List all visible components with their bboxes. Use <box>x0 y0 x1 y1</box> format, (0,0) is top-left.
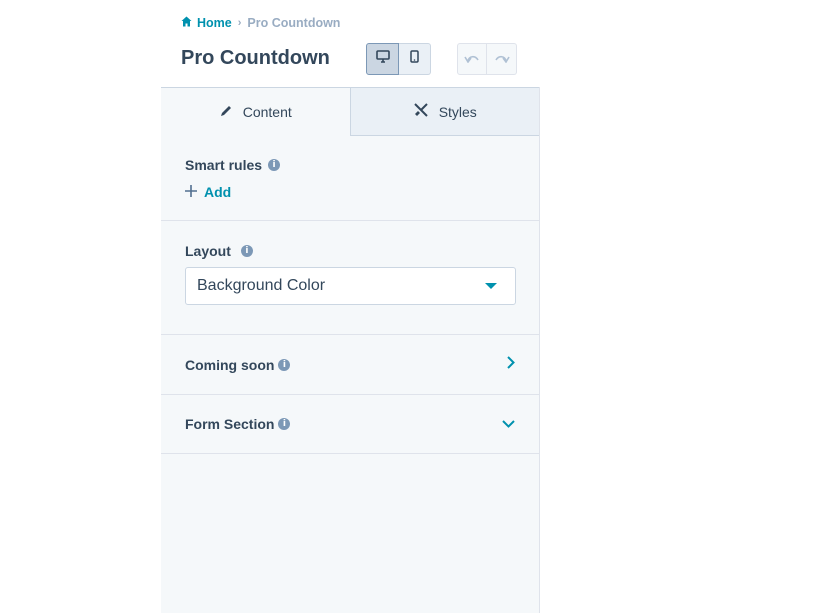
add-label: Add <box>204 184 232 200</box>
sidebar-panel: Content Styles Smart rules i Add Layout … <box>0 0 817 613</box>
redo-button[interactable] <box>487 43 517 75</box>
tab-content-label: Content <box>242 104 292 120</box>
info-icon[interactable]: i <box>268 159 281 171</box>
layout-section: Layout i Background Color <box>161 221 539 335</box>
mobile-icon <box>410 50 419 68</box>
info-icon[interactable]: i <box>278 359 291 371</box>
breadcrumb-home-label: Home <box>197 16 232 30</box>
page-title: Pro Countdown <box>181 47 330 69</box>
breadcrumb-separator: › <box>237 17 242 29</box>
plus-icon <box>185 184 197 200</box>
layout-heading: Layout i <box>185 243 253 259</box>
tab-bar: Content Styles <box>161 87 539 136</box>
tab-content[interactable]: Content <box>161 87 350 136</box>
coming-soon-label: Coming soon <box>185 357 275 373</box>
smart-rules-heading: Smart rules i <box>185 157 281 173</box>
info-icon[interactable]: i <box>278 418 291 430</box>
add-smart-rule-button[interactable]: Add <box>185 184 231 200</box>
layout-label: Layout <box>185 243 231 259</box>
breadcrumb-home[interactable]: Home <box>181 16 232 30</box>
form-section-label: Form Section <box>185 416 275 432</box>
coming-soon-toggle[interactable]: Coming soon i <box>161 335 539 394</box>
mobile-view-button[interactable] <box>399 43 431 75</box>
desktop-view-button[interactable] <box>366 43 399 75</box>
chevron-down-icon <box>502 415 515 433</box>
layout-selected-value: Background Color <box>197 277 326 294</box>
undo-button[interactable] <box>457 43 487 75</box>
form-section: Form Section i <box>161 395 539 454</box>
chevron-right-icon <box>507 355 515 374</box>
form-section-toggle[interactable]: Form Section i <box>161 395 539 453</box>
smart-rules-section: Smart rules i Add <box>161 136 539 221</box>
undo-redo-group <box>457 43 517 75</box>
tab-styles[interactable]: Styles <box>349 87 539 136</box>
breadcrumb: Home › Pro Countdown <box>181 14 340 32</box>
layout-select[interactable]: Background Color <box>185 267 516 305</box>
desktop-icon <box>375 50 390 68</box>
form-section-heading: Form Section i <box>185 416 291 432</box>
breadcrumb-current: Pro Countdown <box>247 16 341 30</box>
coming-soon-heading: Coming soon i <box>185 357 291 373</box>
smart-rules-label: Smart rules <box>185 157 263 173</box>
brush-icon <box>413 102 429 121</box>
undo-icon <box>464 50 480 68</box>
tab-styles-label: Styles <box>438 103 477 120</box>
info-icon[interactable]: i <box>240 245 253 257</box>
home-icon <box>181 16 192 30</box>
coming-soon-section: Coming soon i <box>161 335 539 395</box>
redo-icon <box>494 50 510 68</box>
device-toggle <box>366 43 431 75</box>
pencil-icon <box>219 104 233 121</box>
caret-down-icon <box>485 283 497 289</box>
